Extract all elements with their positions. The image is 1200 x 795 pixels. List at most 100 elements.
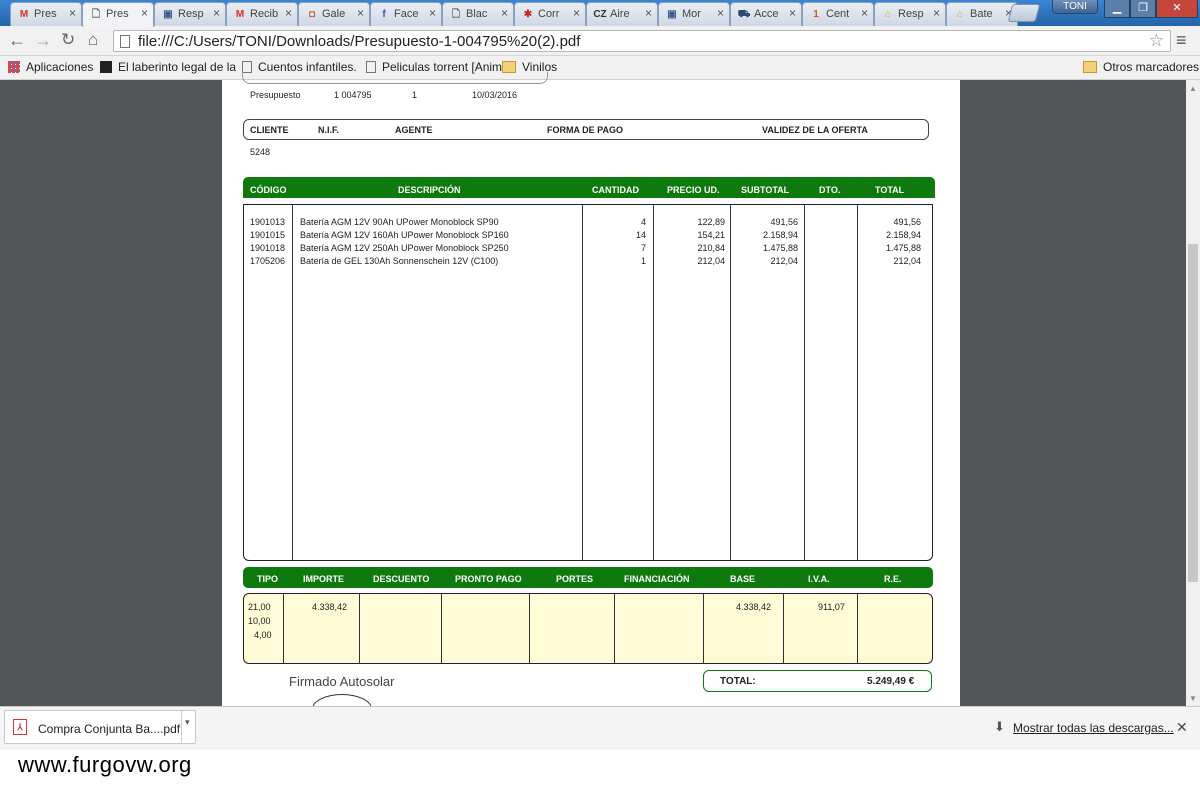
tab-label: Pres xyxy=(34,8,57,20)
item-desc: Batería AGM 12V 90Ah UPower Monoblock SP… xyxy=(300,217,499,227)
tab-close-icon[interactable]: × xyxy=(861,6,868,20)
col-agente: AGENTE xyxy=(395,125,433,135)
item-price: 122,89 xyxy=(697,217,725,227)
tab-label: Pres xyxy=(106,8,129,20)
tab-close-icon[interactable]: × xyxy=(285,6,292,20)
tab-9[interactable]: CZ Aire × xyxy=(586,2,658,26)
col-total: TOTAL xyxy=(875,185,905,195)
show-all-downloads-link[interactable]: Mostrar todas las descargas... xyxy=(1013,721,1174,735)
col-codigo: CÓDIGO xyxy=(250,185,287,195)
tab-2[interactable]: 🗋 Pres × xyxy=(82,2,154,27)
item-price: 154,21 xyxy=(697,230,725,240)
cz-icon: CZ xyxy=(593,9,607,20)
star-icon[interactable]: ☆ xyxy=(1149,31,1164,51)
item-subtotal: 212,04 xyxy=(770,256,798,266)
pdf-page: Presupuesto 1 004795 1 10/03/2016 CLIENT… xyxy=(222,72,960,724)
item-desc: Batería AGM 12V 160Ah UPower Monoblock S… xyxy=(300,230,509,240)
col-iva: I.V.A. xyxy=(808,574,830,584)
col-cliente: CLIENTE xyxy=(250,125,289,135)
tab-close-icon[interactable]: × xyxy=(69,6,76,20)
forward-icon[interactable]: → xyxy=(34,30,52,50)
tab-8[interactable]: ✱ Corr × xyxy=(514,2,586,26)
tax-importe: 4.338,42 xyxy=(312,602,348,612)
col-cantidad: CANTIDAD xyxy=(592,185,639,195)
reload-icon[interactable]: ↻ xyxy=(61,30,75,50)
tab-close-icon[interactable]: × xyxy=(933,6,940,20)
tab-5[interactable]: ◘ Gale × xyxy=(298,2,370,26)
tab-close-icon[interactable]: × xyxy=(213,6,220,20)
address-bar[interactable]: file:///C:/Users/TONI/Downloads/Presupue… xyxy=(113,30,1171,52)
download-filename: Compra Conjunta Ba....pdf xyxy=(38,722,181,736)
item-price: 212,04 xyxy=(697,256,725,266)
item-code: 1901015 xyxy=(250,230,286,240)
item-total: 212,04 xyxy=(893,256,921,266)
tab-6[interactable]: f Face × xyxy=(370,2,442,26)
col-precio: PRECIO UD. xyxy=(667,185,720,195)
col-base: BASE xyxy=(730,574,756,584)
tab-12[interactable]: 1 Cent × xyxy=(802,2,874,26)
back-icon[interactable]: ← xyxy=(8,30,26,50)
gmail-icon: M xyxy=(235,9,245,20)
tab-close-icon[interactable]: × xyxy=(429,6,436,20)
tab-label: Face xyxy=(394,8,419,20)
car-icon: ⛟ xyxy=(737,9,751,20)
ds-icon xyxy=(100,61,112,73)
tab-close-icon[interactable]: × xyxy=(501,6,508,20)
scroll-down-icon[interactable]: ▼ xyxy=(1189,694,1197,703)
chevron-down-icon[interactable]: ▾ xyxy=(185,717,190,728)
tab-label: Bate xyxy=(970,8,993,20)
header-box xyxy=(242,72,548,84)
tab-14[interactable]: ⌂ Bate × xyxy=(946,2,1018,26)
home-icon[interactable]: ⌂ xyxy=(88,30,98,50)
download-arrow-icon: ⬇ xyxy=(994,719,1005,734)
tab-11[interactable]: ⛟ Acce × xyxy=(730,2,802,26)
tab-7[interactable]: 🗋 Blac × xyxy=(442,2,514,26)
col-validez: VALIDEZ DE LA OFERTA xyxy=(762,125,868,135)
tab-label: Aire xyxy=(610,8,630,20)
download-item[interactable]: ⅄ Compra Conjunta Ba....pdf ▾ xyxy=(4,710,196,744)
menu-icon[interactable]: ≡ xyxy=(1176,30,1187,51)
watermark-text: www.furgovw.org xyxy=(18,752,192,777)
tab-close-icon[interactable]: × xyxy=(645,6,652,20)
facebook-icon: f xyxy=(382,9,386,20)
bookmark-laberinto[interactable]: El laberinto legal de la xyxy=(100,60,236,74)
gear-red-icon: ✱ xyxy=(523,9,533,20)
url-text[interactable]: file:///C:/Users/TONI/Downloads/Presupue… xyxy=(138,33,580,50)
one-icon: 1 xyxy=(813,9,819,20)
tab-label: Resp xyxy=(178,8,204,20)
tab-10[interactable]: ▣ Mor × xyxy=(658,2,730,26)
tab-label: Acce xyxy=(754,8,779,20)
tab-close-icon[interactable]: × xyxy=(141,6,148,20)
tab-close-icon[interactable]: × xyxy=(717,6,724,20)
col-dto: DTO. xyxy=(819,185,841,195)
close-window-button[interactable]: ✕ xyxy=(1156,0,1198,18)
gmail-icon: M xyxy=(19,9,29,20)
scrollbar-thumb[interactable] xyxy=(1188,244,1198,582)
item-qty: 14 xyxy=(635,230,646,240)
item-qty: 7 xyxy=(640,243,646,253)
scroll-up-icon[interactable]: ▲ xyxy=(1189,84,1197,93)
bookmarks-bar: Aplicaciones El laberinto legal de la Cu… xyxy=(0,56,1200,80)
tab-13[interactable]: ⌂ Resp × xyxy=(874,2,946,26)
tab-close-icon[interactable]: × xyxy=(573,6,580,20)
bookmark-apps[interactable]: Aplicaciones xyxy=(8,60,93,74)
red-square-icon: ◘ xyxy=(308,9,316,20)
tab-close-icon[interactable]: × xyxy=(789,6,796,20)
item-code: 1705206 xyxy=(250,256,286,266)
bookmark-otros[interactable]: Otros marcadores xyxy=(1083,60,1199,74)
tab-4[interactable]: M Recib × xyxy=(226,2,298,26)
user-profile-button[interactable]: TONI xyxy=(1052,0,1098,14)
item-total: 491,56 xyxy=(893,217,921,227)
tax-iva: 911,07 xyxy=(818,602,845,612)
minimize-button[interactable]: ▁ xyxy=(1104,0,1130,18)
maximize-button[interactable]: ❐ xyxy=(1130,0,1156,18)
new-tab-button[interactable] xyxy=(1007,4,1041,22)
tab-1[interactable]: M Pres × xyxy=(10,2,82,26)
total-value: 5.249,49 € xyxy=(867,676,915,687)
tab-3[interactable]: ▣ Resp × xyxy=(154,2,226,26)
item-desc: Batería AGM 12V 250Ah UPower Monoblock S… xyxy=(300,243,509,253)
total-label: TOTAL: xyxy=(720,676,756,687)
close-icon[interactable]: ✕ xyxy=(1176,719,1188,736)
tab-close-icon[interactable]: × xyxy=(357,6,364,20)
item-desc: Batería de GEL 130Ah Sonnenschein 12V (C… xyxy=(300,256,499,266)
